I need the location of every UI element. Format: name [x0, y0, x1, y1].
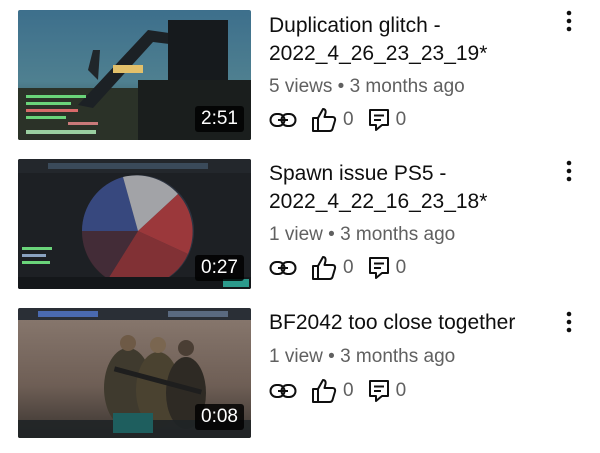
- video-actions: 0 0: [269, 105, 420, 135]
- like-count: 0: [343, 257, 354, 278]
- link-icon: [269, 113, 297, 127]
- video-actions: 0 0: [269, 376, 420, 406]
- video-duration: 0:27: [195, 255, 244, 281]
- video-duration: 2:51: [195, 106, 244, 132]
- like-button[interactable]: 0: [311, 378, 354, 404]
- video-title[interactable]: Spawn issue PS5 - 2022_4_22_16_23_18*: [269, 160, 539, 216]
- video-item[interactable]: 2:51 Duplication glitch - 2022_4_26_23_2…: [0, 0, 600, 150]
- more-vert-icon: [566, 311, 572, 333]
- more-vert-icon: [566, 10, 572, 32]
- video-thumbnail[interactable]: 0:27: [18, 159, 251, 289]
- upload-age: 3 months ago: [349, 76, 465, 97]
- video-title[interactable]: Duplication glitch - 2022_4_26_23_23_19*: [269, 12, 539, 68]
- video-thumbnail[interactable]: 0:08: [18, 308, 251, 438]
- meta-separator: •: [328, 224, 335, 245]
- like-count: 0: [343, 109, 354, 130]
- video-meta: 1 view • 3 months ago: [269, 346, 455, 368]
- meta-separator: •: [337, 76, 345, 97]
- thumbs-up-icon: [312, 379, 337, 403]
- video-actions: 0 0: [269, 253, 420, 283]
- video-duration: 0:08: [195, 404, 244, 430]
- comment-icon: [368, 109, 389, 131]
- link-icon: [269, 261, 297, 275]
- video-item[interactable]: 0:27 Spawn issue PS5 - 2022_4_22_16_23_1…: [0, 150, 600, 295]
- link-icon: [269, 384, 297, 398]
- video-meta: 5 views • 3 months ago: [269, 76, 465, 98]
- comment-button[interactable]: 0: [368, 108, 407, 132]
- comment-button[interactable]: 0: [368, 379, 407, 403]
- share-button[interactable]: [269, 383, 297, 399]
- like-button[interactable]: 0: [311, 107, 354, 133]
- more-options-button[interactable]: [558, 311, 580, 341]
- comment-button[interactable]: 0: [368, 256, 407, 280]
- more-options-button[interactable]: [558, 160, 580, 190]
- more-vert-icon: [566, 160, 572, 182]
- comment-count: 0: [395, 380, 407, 401]
- comment-count: 0: [395, 257, 407, 278]
- thumbs-up-icon: [312, 108, 337, 132]
- like-count: 0: [343, 380, 354, 401]
- share-button[interactable]: [269, 112, 297, 128]
- upload-age: 3 months ago: [340, 346, 456, 367]
- view-count: 1 view: [269, 224, 323, 245]
- meta-separator: •: [328, 346, 335, 367]
- thumbs-up-icon: [312, 256, 337, 280]
- video-meta: 1 view • 3 months ago: [269, 224, 455, 246]
- video-item[interactable]: 0:08 BF2042 too close together 1 view • …: [0, 295, 600, 445]
- comment-icon: [368, 380, 389, 402]
- comment-count: 0: [395, 109, 407, 130]
- video-thumbnail[interactable]: 2:51: [18, 10, 251, 140]
- video-title[interactable]: BF2042 too close together: [269, 309, 554, 337]
- comment-icon: [368, 257, 389, 279]
- like-button[interactable]: 0: [311, 255, 354, 281]
- view-count: 5 views: [269, 76, 333, 97]
- more-options-button[interactable]: [558, 10, 580, 40]
- view-count: 1 view: [269, 346, 323, 367]
- share-button[interactable]: [269, 260, 297, 276]
- upload-age: 3 months ago: [340, 224, 456, 245]
